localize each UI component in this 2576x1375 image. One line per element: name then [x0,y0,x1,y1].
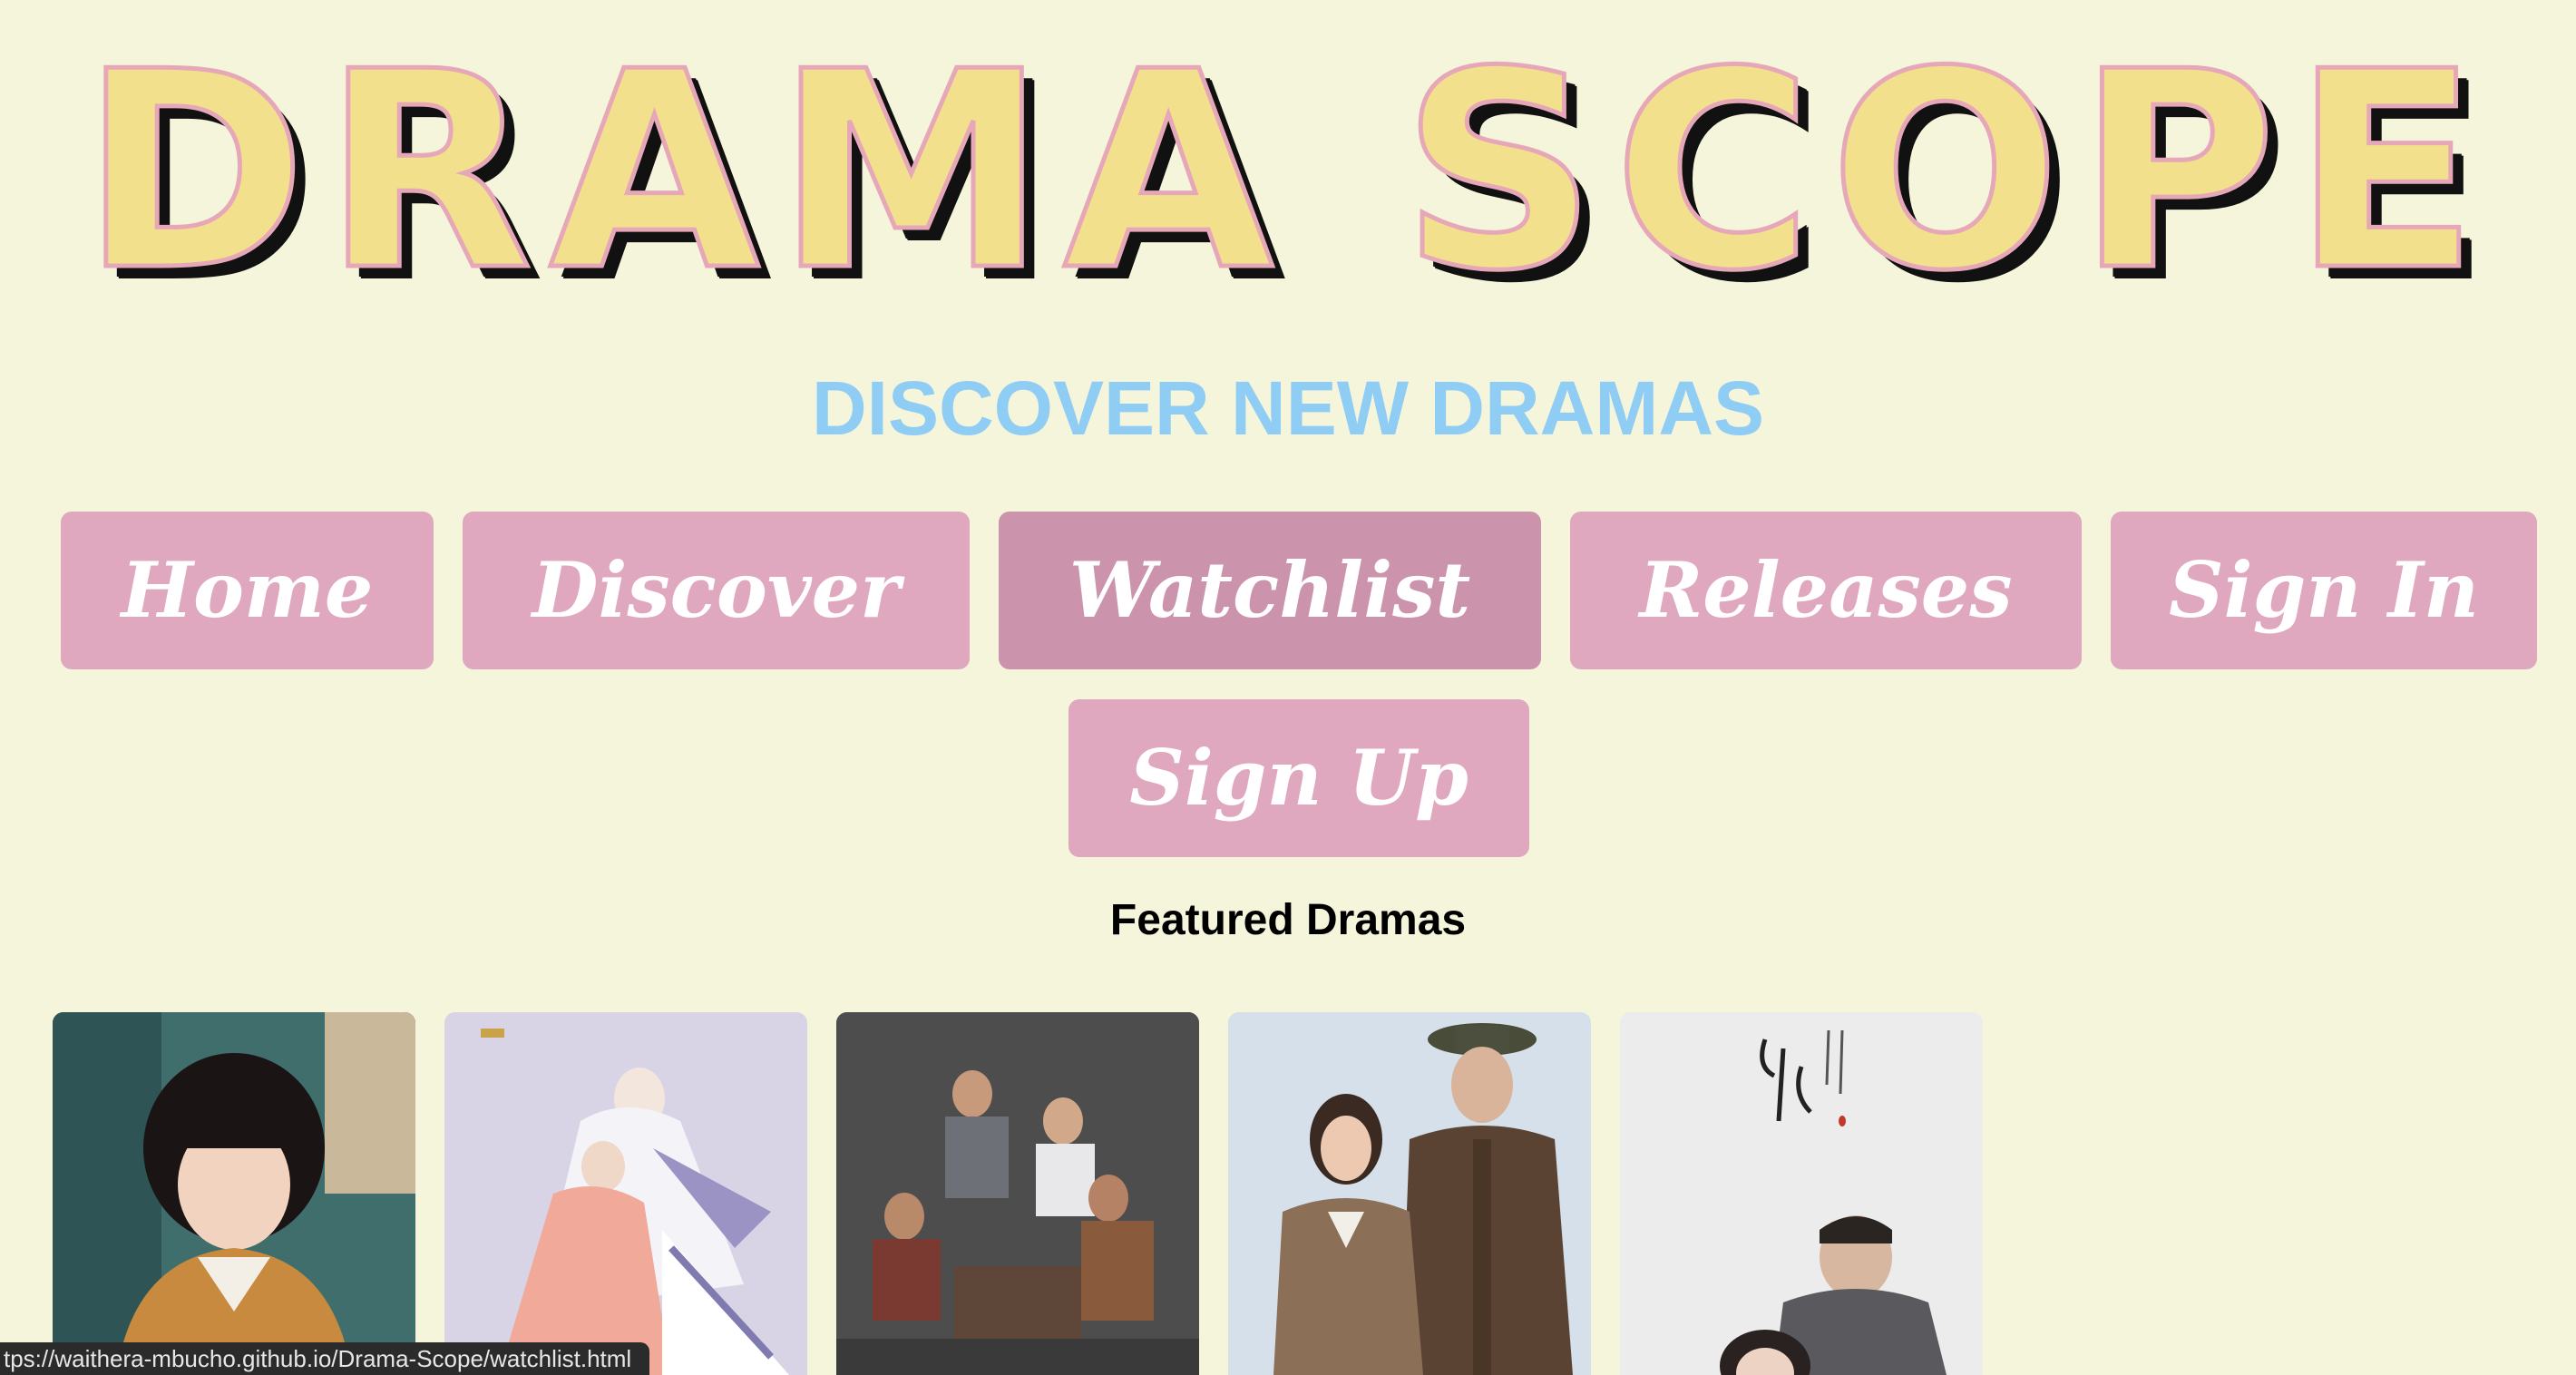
poster-2-art [444,1012,807,1375]
poster-image[interactable] [836,1012,1199,1375]
site-logo: DRAMA SCOPE [79,14,2495,330]
nav-sign-up-button[interactable]: Sign Up [1068,699,1529,857]
featured-dramas-heading: Featured Dramas [1109,896,1467,944]
nav-sign-in-button[interactable]: Sign In [2111,512,2537,669]
site-subtitle: DISCOVER NEW DRAMAS [811,366,1765,451]
link-preview-status-bar: tps://waithera-mbucho.github.io/Drama-Sc… [0,1342,650,1375]
nav-watchlist-button[interactable]: Watchlist [999,512,1541,669]
nav-discover-button[interactable]: Discover [463,512,970,669]
nav-releases-button[interactable]: Releases [1570,512,2082,669]
poster-3-art [836,1012,1199,1375]
poster-image[interactable] [1228,1012,1591,1375]
poster-4-art [1228,1012,1591,1375]
poster-5-art [1620,1012,1983,1375]
poster-image[interactable] [444,1012,807,1375]
poster-image[interactable] [1620,1012,1983,1375]
poster-1-art [53,1012,415,1375]
nav-home-button[interactable]: Home [61,512,434,669]
poster-image[interactable] [53,1012,415,1375]
